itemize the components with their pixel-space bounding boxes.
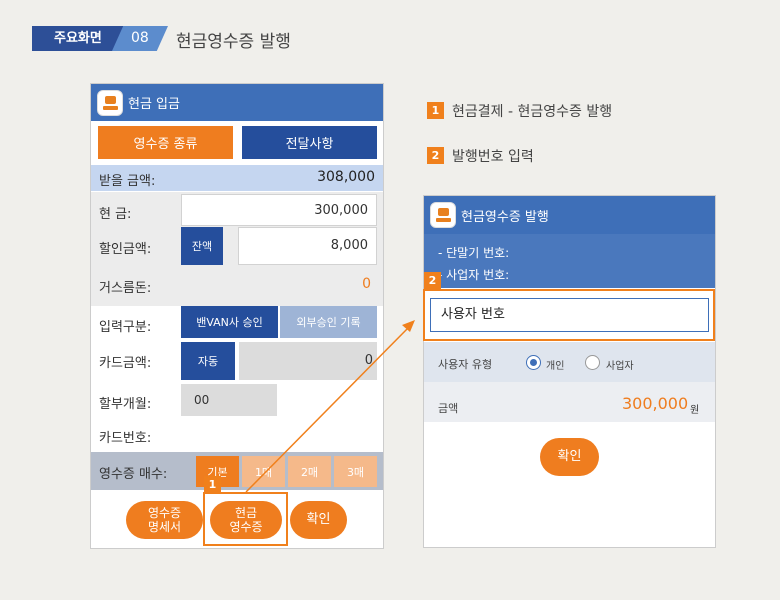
user-type-label: 사용자 유형 [438, 358, 493, 371]
radio-business[interactable] [585, 355, 600, 370]
legend-text-2: 발행번호 입력 [452, 149, 534, 165]
user-number-highlight [423, 289, 715, 341]
arrow-head [402, 320, 415, 332]
amount-label: 금액 [438, 402, 459, 415]
legend-marker-2: 2 [427, 147, 444, 164]
legend-text-1: 현금결제 - 현금영수증 발행 [452, 104, 613, 120]
confirm-button-2[interactable]: 확인 [540, 438, 599, 476]
app-bar-2: 현금영수증 발행 [424, 196, 715, 234]
callout-marker-2: 2 [424, 272, 441, 289]
pos-app-icon-2 [430, 202, 456, 228]
business-number-label: - 사업자 번호: [438, 268, 510, 282]
legend-marker-1: 1 [427, 102, 444, 119]
app-bar-title-2: 현금영수증 발행 [461, 209, 549, 225]
amount-value: 300,000 [622, 394, 689, 413]
amount-unit: 원 [690, 405, 700, 416]
radio-personal-label: 개인 [546, 361, 565, 372]
radio-business-label: 사업자 [606, 361, 634, 372]
terminal-number-label: - 단말기 번호: [438, 246, 510, 260]
arrow-line [245, 324, 412, 493]
radio-personal[interactable] [526, 355, 541, 370]
cash-receipt-screen: 현금영수증 발행 - 단말기 번호: - 사업자 번호: 사용자 번호 사용자 … [423, 195, 716, 548]
